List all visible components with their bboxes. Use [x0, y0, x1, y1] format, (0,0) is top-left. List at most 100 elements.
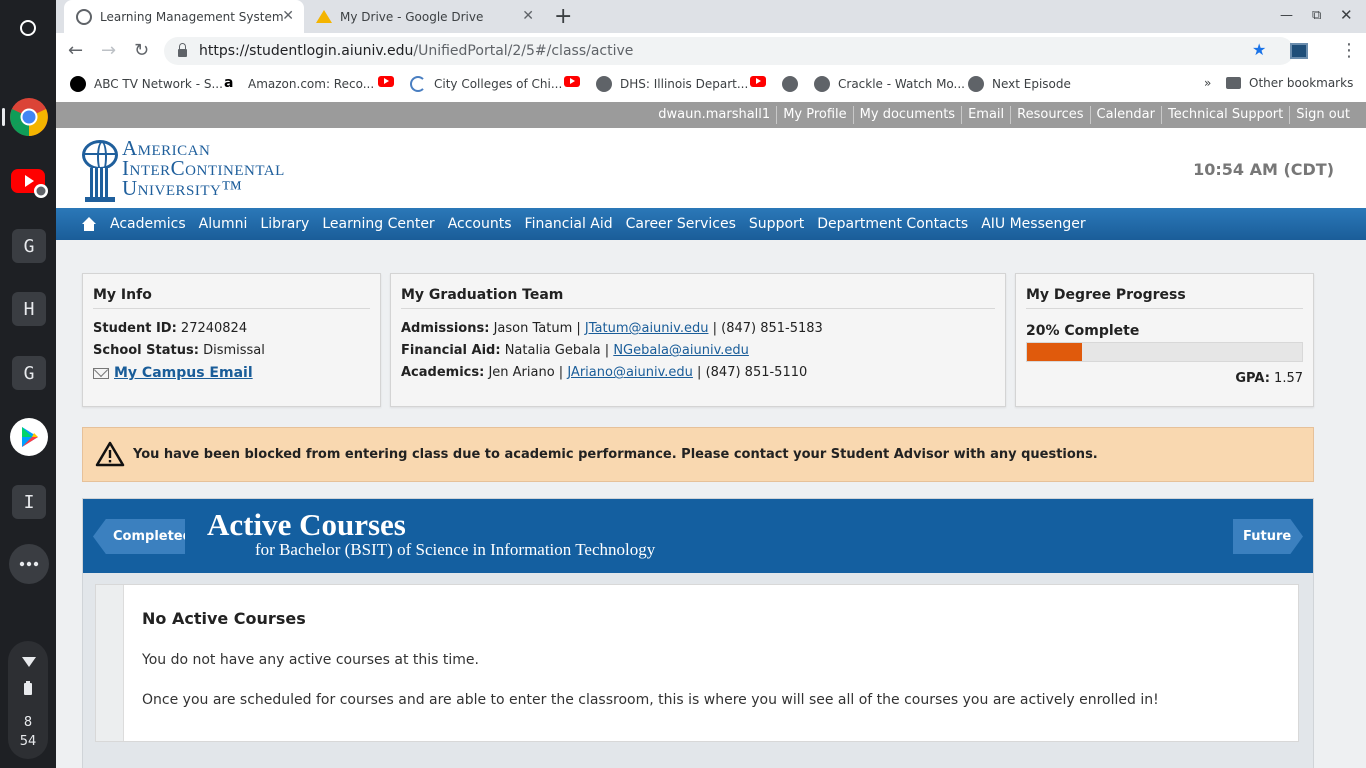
- technical-support-link[interactable]: Technical Support: [1161, 106, 1289, 124]
- shelf-clock: 8 54: [8, 713, 48, 751]
- minimize-icon[interactable]: —: [1280, 8, 1293, 23]
- back-icon[interactable]: ←: [68, 40, 83, 61]
- bookmark-star-icon[interactable]: ★: [1252, 40, 1266, 59]
- play-store-icon[interactable]: [9, 417, 49, 457]
- username-link[interactable]: dwaun.marshall1: [652, 106, 776, 124]
- contact-name: Jason Tatum: [493, 321, 573, 336]
- chrome-app-icon[interactable]: [9, 97, 49, 137]
- my-info-card: My Info Student ID: 27240824 School Stat…: [82, 273, 381, 407]
- contact-email-link[interactable]: JAriano@aiuniv.edu: [567, 365, 693, 380]
- drive-favicon-icon: [316, 10, 332, 23]
- no-courses-text: You do not have any active courses at th…: [142, 652, 479, 668]
- campus-email-link[interactable]: My Campus Email: [114, 365, 253, 381]
- email-link[interactable]: Email: [961, 106, 1010, 124]
- card-title: My Degree Progress: [1026, 287, 1303, 309]
- url-host: https://studentlogin.aiuniv.edu: [199, 43, 414, 59]
- school-status-value: Dismissal: [203, 343, 265, 358]
- url-path: /UnifiedPortal/2/5#/class/active: [413, 43, 634, 59]
- other-bookmarks[interactable]: Other bookmarks: [1226, 76, 1353, 90]
- percent-complete: 20% Complete: [1026, 323, 1140, 339]
- main-nav: Academics Alumni Library Learning Center…: [56, 208, 1366, 240]
- address-bar[interactable]: https://studentlogin.aiuniv.edu/UnifiedP…: [164, 37, 1294, 65]
- globe-column-icon: [82, 140, 118, 202]
- youtube-app-icon[interactable]: [9, 161, 49, 201]
- contact-email-link[interactable]: NGebala@aiuniv.edu: [613, 343, 749, 358]
- bookmark-ccc[interactable]: City Colleges of Chi...: [410, 76, 562, 92]
- nav-learning-center[interactable]: Learning Center: [322, 216, 434, 232]
- restore-icon[interactable]: ⧉: [1312, 8, 1321, 23]
- bookmark-youtube-3[interactable]: [750, 76, 774, 87]
- bookmark-abc[interactable]: ABC TV Network - S...: [70, 76, 223, 92]
- app-h-icon[interactable]: H: [12, 292, 46, 326]
- bookmark-amazon[interactable]: a Amazon.com: Reco...: [224, 76, 374, 92]
- field-label: Academics:: [401, 365, 485, 380]
- nav-academics[interactable]: Academics: [110, 216, 186, 232]
- nav-support[interactable]: Support: [749, 216, 804, 232]
- more-apps-icon[interactable]: [9, 544, 49, 584]
- nav-financial-aid[interactable]: Financial Aid: [525, 216, 613, 232]
- bookmark-label: City Colleges of Chi...: [434, 77, 563, 91]
- city-colleges-icon: [410, 76, 426, 92]
- nav-alumni[interactable]: Alumni: [199, 216, 248, 232]
- nav-accounts[interactable]: Accounts: [448, 216, 512, 232]
- bookmarks-overflow[interactable]: »: [1204, 76, 1211, 90]
- bookmark-next-episode[interactable]: Next Episode: [968, 76, 1071, 92]
- tab-lms[interactable]: Learning Management System ✕: [64, 0, 304, 33]
- new-tab-icon[interactable]: +: [554, 4, 572, 29]
- calendar-link[interactable]: Calendar: [1089, 106, 1161, 124]
- lock-icon: [178, 43, 187, 57]
- nav-aiu-messenger[interactable]: AIU Messenger: [981, 216, 1085, 232]
- status-tray[interactable]: 8 54: [8, 641, 48, 759]
- bookmark-youtube-2[interactable]: [564, 76, 588, 87]
- nav-library[interactable]: Library: [260, 216, 309, 232]
- gpa-value: 1.57: [1274, 371, 1303, 386]
- field-label: Financial Aid:: [401, 343, 501, 358]
- close-tab-icon[interactable]: ✕: [522, 8, 534, 24]
- extension-icon[interactable]: [1290, 43, 1308, 59]
- app-g-icon[interactable]: G: [12, 229, 46, 263]
- reload-icon[interactable]: ↻: [134, 40, 149, 61]
- bookmark-crackle[interactable]: Crackle - Watch Mo...: [814, 76, 965, 92]
- globe-icon: [782, 76, 798, 92]
- close-tab-icon[interactable]: ✕: [282, 8, 294, 24]
- contact-phone: (847) 851-5110: [705, 365, 808, 380]
- contact-email-link[interactable]: JTatum@aiuniv.edu: [585, 321, 709, 336]
- logo-line-3: University™: [122, 176, 243, 200]
- amazon-icon: a: [224, 75, 234, 91]
- logo-text: American InterContinental University™: [122, 136, 285, 200]
- sign-out-link[interactable]: Sign out: [1289, 106, 1356, 124]
- aiu-logo[interactable]: American InterContinental University™: [80, 136, 330, 202]
- warning-icon: [95, 441, 125, 469]
- launcher-button[interactable]: [9, 9, 47, 47]
- forward-icon[interactable]: →: [101, 40, 116, 61]
- tab-drive[interactable]: My Drive - Google Drive ✕: [304, 0, 544, 33]
- completed-courses-button[interactable]: Completed: [93, 519, 185, 554]
- field-label: GPA:: [1235, 371, 1270, 386]
- contact-phone: (847) 851-5183: [721, 321, 823, 336]
- portal-page: dwaun.marshall1 My Profile My documents …: [56, 102, 1366, 768]
- future-courses-button[interactable]: Future: [1233, 519, 1303, 554]
- my-profile-link[interactable]: My Profile: [776, 106, 852, 124]
- nav-department-contacts[interactable]: Department Contacts: [817, 216, 968, 232]
- active-courses-panel: Completed Active Courses for Bachelor (B…: [82, 498, 1314, 768]
- my-documents-link[interactable]: My documents: [852, 106, 961, 124]
- card-title: My Info: [93, 287, 370, 309]
- home-icon[interactable]: [82, 217, 96, 231]
- bookmark-globe[interactable]: [782, 76, 806, 92]
- browser-menu-icon[interactable]: ⋮: [1340, 40, 1358, 61]
- portal-clock: 10:54 AM (CDT): [1193, 160, 1334, 179]
- logo-line-2: InterContinental: [122, 156, 285, 180]
- field-label: Student ID:: [93, 321, 177, 336]
- progress-fill: [1027, 343, 1082, 361]
- resources-link[interactable]: Resources: [1010, 106, 1089, 124]
- nav-career-services[interactable]: Career Services: [626, 216, 736, 232]
- logo-line-1: American: [122, 136, 211, 160]
- youtube-icon: [378, 76, 394, 87]
- url-text[interactable]: https://studentlogin.aiuniv.edu/UnifiedP…: [199, 43, 633, 59]
- close-window-icon[interactable]: ✕: [1340, 6, 1353, 24]
- bookmark-dhs[interactable]: DHS: Illinois Depart...: [596, 76, 748, 92]
- app-g2-icon[interactable]: G: [12, 356, 46, 390]
- no-courses-heading: No Active Courses: [142, 609, 306, 628]
- app-i-icon[interactable]: I: [12, 485, 46, 519]
- bookmark-youtube[interactable]: [378, 76, 402, 87]
